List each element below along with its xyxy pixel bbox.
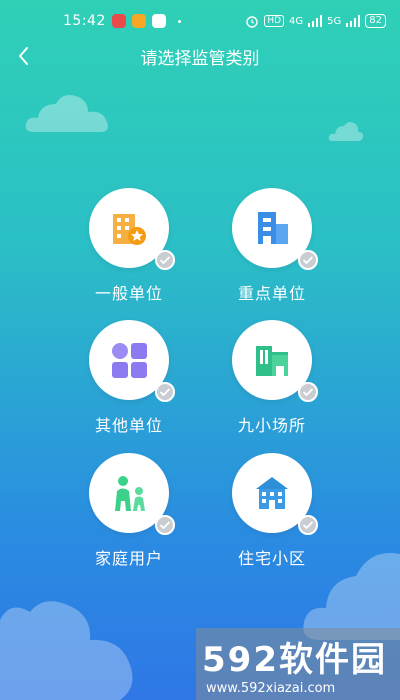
status-right: HD 4G 5G 82 <box>245 14 386 28</box>
map-notification-icon <box>151 14 166 28</box>
alarm-icon <box>246 16 259 28</box>
category-label: 九小场所 <box>237 416 306 435</box>
category-icon-circle <box>232 320 318 402</box>
category-label: 住宅小区 <box>237 549 306 568</box>
category-nine-small-places[interactable]: 九小场所 <box>212 320 332 450</box>
cloud-decoration <box>328 122 364 141</box>
category-icon-circle <box>89 320 175 402</box>
watermark-url: www.592xiazai.com <box>206 681 336 696</box>
category-key-unit[interactable]: 重点单位 <box>212 188 332 318</box>
check-icon <box>298 382 318 402</box>
category-label: 一般单位 <box>94 284 163 303</box>
battery-indicator: 82 <box>365 14 386 28</box>
watermark-logo: 592软件园 <box>202 640 387 680</box>
check-icon <box>298 515 318 535</box>
signal-icon <box>346 15 361 27</box>
category-label: 重点单位 <box>237 284 306 303</box>
category-icon-circle <box>232 188 318 270</box>
more-notifications-icon <box>177 19 181 23</box>
apartment-icon <box>256 477 288 509</box>
signal-icon <box>308 15 323 27</box>
network-4g-label: 4G <box>289 15 304 27</box>
check-icon <box>155 382 175 402</box>
network-5g-label: 5G <box>327 15 342 27</box>
hd-badge: HD <box>264 15 285 27</box>
status-left: 15:42 <box>63 13 181 29</box>
app-notification-icon <box>131 14 146 28</box>
category-icon-circle <box>89 453 175 535</box>
check-icon <box>155 515 175 535</box>
office-building-star-icon <box>113 214 146 245</box>
grid-apps-icon <box>112 343 147 378</box>
status-time: 15:42 <box>63 13 106 29</box>
watermark: 592软件园 www.592xiazai.com <box>196 628 400 700</box>
check-icon <box>155 250 175 270</box>
category-general-unit[interactable]: 一般单位 <box>69 188 189 318</box>
cloud-decoration <box>25 95 108 132</box>
app-notification-icon <box>111 14 126 28</box>
back-button[interactable] <box>6 38 42 74</box>
category-label: 家庭用户 <box>94 549 163 568</box>
category-icon-circle <box>89 188 175 270</box>
page-title: 请选择监管类别 <box>140 48 260 69</box>
category-household-user[interactable]: 家庭用户 <box>69 453 189 583</box>
chevron-left-icon <box>19 47 28 65</box>
check-icon <box>298 250 318 270</box>
shops-icon <box>256 346 288 376</box>
nav-bar: 请选择监管类别 <box>0 36 400 76</box>
cloud-decoration <box>0 601 133 700</box>
category-other-unit[interactable]: 其他单位 <box>69 320 189 450</box>
category-residential-area[interactable]: 住宅小区 <box>212 453 332 583</box>
building-icon <box>258 212 288 244</box>
category-label: 其他单位 <box>94 416 163 435</box>
category-icon-circle <box>232 453 318 535</box>
family-icon <box>115 476 145 511</box>
